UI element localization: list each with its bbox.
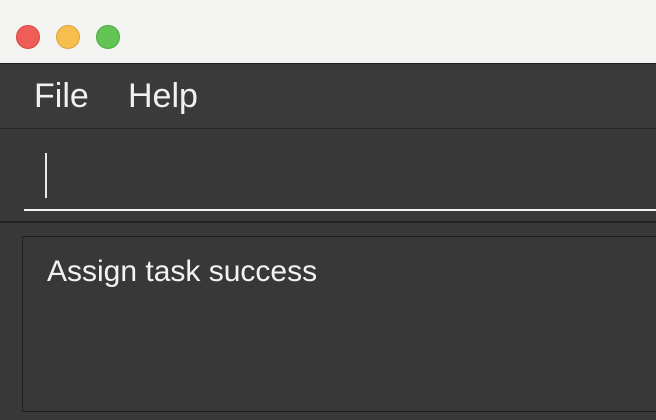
minimize-window-button[interactable] [56,25,80,49]
command-area [0,129,656,223]
text-caret [45,153,47,198]
maximize-window-button[interactable] [96,25,120,49]
result-message: Assign task success [47,255,318,288]
result-display: Assign task success [22,236,656,412]
menu-bar: File Help [0,64,656,129]
close-window-button[interactable] [16,25,40,49]
menu-file[interactable]: File [34,76,89,116]
app-window: File Help Assign task success [0,0,656,420]
title-bar [0,0,656,64]
command-input[interactable] [24,129,656,211]
menu-help[interactable]: Help [128,76,198,116]
